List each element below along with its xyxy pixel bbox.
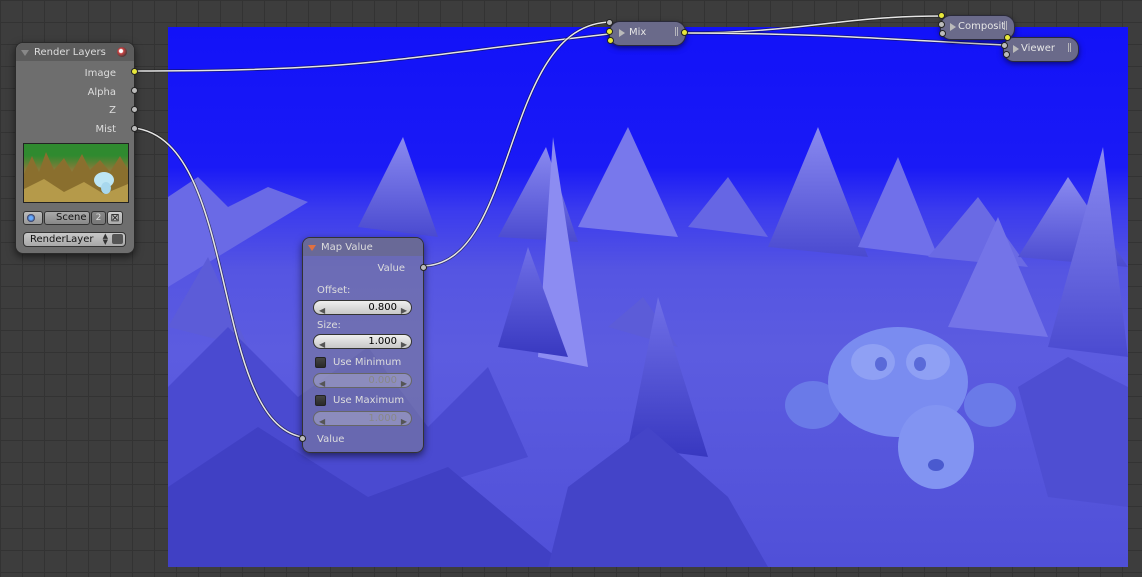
pause-icon[interactable]: ||	[674, 27, 679, 37]
increment-arrow-icon[interactable]: ▶	[401, 415, 407, 428]
pause-icon[interactable]: ||	[1003, 21, 1008, 31]
scene-icon	[27, 214, 35, 222]
expand-arrow-icon[interactable]	[1013, 45, 1019, 53]
use-minimum-checkbox[interactable]	[315, 357, 326, 368]
max-value: 1.000	[368, 413, 397, 424]
output-label-alpha: Alpha	[87, 87, 116, 98]
close-icon[interactable]: ⊠	[107, 211, 123, 225]
output-label-z: Z	[109, 105, 116, 116]
input-socket-image-2[interactable]	[607, 37, 614, 44]
min-value: 0.000	[368, 375, 397, 386]
increment-arrow-icon[interactable]: ▶	[401, 338, 407, 351]
use-maximum-label: Use Maximum	[333, 395, 405, 406]
render-layers-node[interactable]: Render Layers Image Alpha Z Mist Scene 2…	[15, 42, 138, 254]
use-maximum-checkbox[interactable]	[315, 395, 326, 406]
scene-selector-button[interactable]	[23, 211, 43, 225]
offset-label: Offset:	[317, 285, 351, 296]
decrement-arrow-icon[interactable]: ◀	[319, 415, 325, 428]
map-value-node[interactable]: Map Value Value Offset: ◀ 0.800 ▶ Size: …	[299, 237, 427, 453]
output-socket-image[interactable]	[681, 29, 688, 36]
render-layer-dropdown[interactable]: RenderLayer ▲ ▼	[23, 232, 126, 247]
input-socket-z[interactable]	[939, 30, 946, 37]
output-socket-mist[interactable]	[131, 125, 138, 132]
scene-name-field[interactable]: Scene	[44, 211, 90, 225]
dropdown-arrows-icon: ▲ ▼	[102, 232, 108, 246]
input-socket-alpha[interactable]	[938, 21, 945, 28]
output-socket-alpha[interactable]	[131, 87, 138, 94]
render-layer-name: RenderLayer	[30, 234, 94, 245]
input-socket-image[interactable]	[1004, 34, 1011, 41]
node-title: Render Layers	[34, 47, 106, 58]
camera-icon[interactable]	[112, 234, 123, 244]
decrement-arrow-icon[interactable]: ◀	[319, 338, 325, 351]
render-preview-thumbnail	[23, 143, 129, 203]
decrement-arrow-icon[interactable]: ◀	[319, 377, 325, 390]
render-layers-icon[interactable]	[117, 47, 127, 57]
output-socket-value[interactable]	[420, 264, 427, 271]
collapse-arrow-icon[interactable]	[308, 245, 316, 251]
output-label-value: Value	[377, 263, 405, 274]
size-value: 1.000	[368, 336, 397, 347]
output-socket-z[interactable]	[131, 106, 138, 113]
decrement-arrow-icon[interactable]: ◀	[319, 304, 325, 317]
use-minimum-label: Use Minimum	[333, 357, 402, 368]
output-label-image: Image	[84, 68, 116, 79]
input-socket-value[interactable]	[299, 435, 306, 442]
input-socket-alpha[interactable]	[1001, 42, 1008, 49]
max-field[interactable]: ◀ 1.000 ▶	[313, 411, 412, 426]
input-socket-image[interactable]	[938, 12, 945, 19]
min-field[interactable]: ◀ 0.000 ▶	[313, 373, 412, 388]
size-label: Size:	[317, 320, 341, 331]
node-title: Viewer	[1021, 43, 1055, 54]
offset-field[interactable]: ◀ 0.800 ▶	[313, 300, 412, 315]
offset-value: 0.800	[368, 302, 397, 313]
suzanne-head	[785, 327, 1016, 489]
node-title: Map Value	[321, 242, 373, 253]
input-label-value: Value	[317, 434, 345, 445]
collapse-arrow-icon[interactable]	[21, 50, 29, 56]
node-title: Mix	[629, 27, 647, 38]
viewer-node[interactable]: Viewer ||	[1001, 34, 1079, 62]
input-socket-image-1[interactable]	[606, 28, 613, 35]
output-label-mist: Mist	[95, 124, 116, 135]
size-field[interactable]: ◀ 1.000 ▶	[313, 334, 412, 349]
pause-icon[interactable]: ||	[1067, 43, 1072, 53]
expand-arrow-icon[interactable]	[950, 23, 956, 31]
increment-arrow-icon[interactable]: ▶	[401, 377, 407, 390]
output-socket-image[interactable]	[131, 68, 138, 75]
input-socket-z[interactable]	[1003, 51, 1010, 58]
node-title: Composit	[958, 21, 1006, 32]
input-socket-fac[interactable]	[606, 19, 613, 26]
increment-arrow-icon[interactable]: ▶	[401, 304, 407, 317]
expand-arrow-icon[interactable]	[619, 29, 625, 37]
scene-users-count[interactable]: 2	[91, 211, 106, 225]
mix-node[interactable]: Mix ||	[606, 19, 688, 46]
